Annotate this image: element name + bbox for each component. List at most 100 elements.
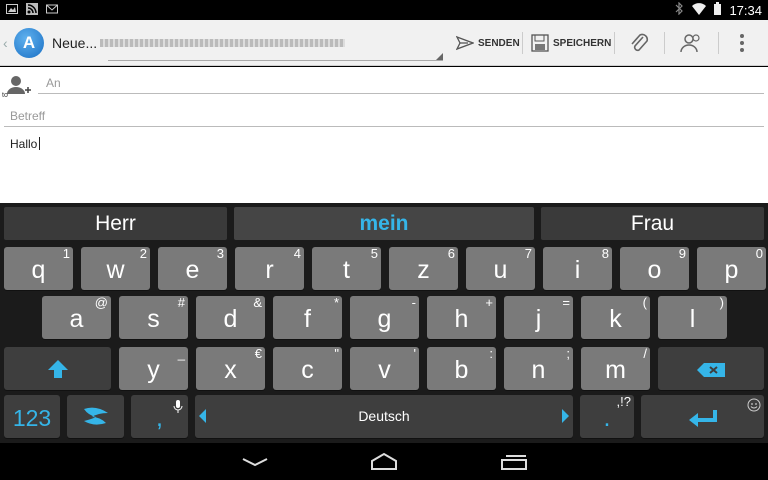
key-hint: = (562, 295, 570, 310)
status-time: 17:34 (729, 2, 762, 18)
shift-arrow-icon (47, 360, 68, 378)
suggestion-left[interactable]: Herr (4, 207, 227, 240)
key-hint: 3 (216, 246, 224, 261)
key-label: b (454, 356, 469, 384)
key-t[interactable]: t5 (312, 247, 381, 290)
action-separator (522, 32, 523, 54)
key-c[interactable]: c " (273, 347, 342, 390)
key-o[interactable]: o9 (620, 247, 689, 290)
backspace-icon (697, 363, 725, 377)
key-hint: / (643, 346, 647, 361)
shift-key[interactable] (4, 347, 111, 390)
suggestion-right[interactable]: Frau (541, 207, 764, 240)
key-l[interactable]: l) (658, 296, 727, 339)
enter-arrow-icon (688, 410, 717, 427)
key-label: f (304, 305, 311, 333)
overflow-menu-icon (740, 34, 744, 52)
key-q[interactable]: q1 (4, 247, 73, 290)
key-y[interactable]: y _ (119, 347, 188, 390)
key-g[interactable]: g- (350, 296, 419, 339)
key-r[interactable]: r4 (235, 247, 304, 290)
key-v[interactable]: v ' (350, 347, 419, 390)
key-w[interactable]: w2 (81, 247, 150, 290)
key-hint: & (253, 295, 262, 310)
emoji-icon (747, 398, 761, 412)
enter-key[interactable] (641, 395, 764, 438)
account-spinner-indicator[interactable] (436, 53, 443, 60)
key-d[interactable]: d & (196, 296, 265, 339)
overflow-menu-button[interactable] (738, 31, 746, 55)
key-hint: 4 (293, 246, 301, 261)
home-icon[interactable] (369, 451, 399, 471)
microphone-icon (173, 400, 183, 413)
to-field[interactable]: An (38, 72, 764, 94)
action-bar: ‹ A Neue... SENDEN SPEICHERN (0, 20, 768, 66)
key-x[interactable]: x € (196, 347, 265, 390)
key-label: t (343, 256, 350, 284)
text-cursor (39, 137, 41, 150)
key-n[interactable]: n; (504, 347, 573, 390)
status-bar: 17:34 (0, 0, 768, 20)
body-text: Hallo (10, 137, 38, 151)
keyboard: Herr mein Frau q1w2e3r4t5z6u7i8o9p0 a @ s #… (0, 203, 768, 443)
key-label: z (417, 256, 430, 284)
key-z[interactable]: z6 (389, 247, 458, 290)
key-label: n (531, 356, 546, 384)
space-key[interactable]: Deutsch (195, 395, 573, 438)
key-label: o (647, 256, 662, 284)
key-hint: " (334, 346, 339, 361)
action-separator (664, 32, 665, 54)
contacts-button[interactable] (680, 31, 702, 55)
contacts-icon (680, 34, 700, 53)
key-hint: ) (719, 295, 724, 310)
action-separator (614, 32, 615, 54)
add-recipient-icon[interactable] (4, 72, 32, 100)
key-hint: 9 (678, 246, 686, 261)
body-field[interactable]: Hallo (4, 135, 764, 195)
to-small-label: to (2, 92, 8, 99)
key-k[interactable]: k( (581, 296, 650, 339)
swiftkey-key[interactable] (67, 395, 124, 438)
key-label: i (574, 256, 581, 284)
key-label: p (724, 256, 739, 284)
key-j[interactable]: j = (504, 296, 573, 339)
key-b[interactable]: b: (427, 347, 496, 390)
attachment-button[interactable] (629, 31, 649, 55)
suggestion-center[interactable]: mein (234, 207, 534, 240)
key-e[interactable]: e3 (158, 247, 227, 290)
key-u[interactable]: u7 (466, 247, 535, 290)
period-key[interactable]: . ,!? (580, 395, 634, 438)
key-label: l (689, 305, 696, 333)
key-hint: 5 (370, 246, 378, 261)
battery-icon (714, 2, 722, 18)
up-caret-icon[interactable]: ‹ (3, 35, 8, 51)
subject-field[interactable]: Betreff (4, 105, 764, 127)
key-f[interactable]: f * (273, 296, 342, 339)
send-button[interactable]: SENDEN (456, 31, 520, 55)
draft-title[interactable]: Neue... (52, 35, 97, 51)
key-i[interactable]: i8 (543, 247, 612, 290)
key-label: y (147, 356, 160, 384)
save-label: SPEICHERN (553, 37, 612, 49)
account-spinner-underline (108, 60, 443, 61)
key-a[interactable]: a @ (42, 296, 111, 339)
key-m[interactable]: m / (581, 347, 650, 390)
key-s[interactable]: s # (119, 296, 188, 339)
save-button[interactable]: SPEICHERN (531, 31, 611, 55)
numbers-key[interactable]: 123 (4, 395, 60, 438)
key-label: e (185, 256, 200, 284)
backspace-key[interactable] (658, 347, 764, 390)
key-p[interactable]: p0 (697, 247, 766, 290)
key-hint: ; (566, 346, 570, 361)
app-logo-icon[interactable]: A (14, 28, 44, 58)
subject-placeholder: Betreff (10, 109, 46, 123)
recents-icon[interactable] (499, 451, 529, 471)
comma-key[interactable]: , (131, 395, 188, 438)
back-icon[interactable] (240, 451, 270, 471)
bluetooth-icon (675, 1, 684, 18)
space-language-label: Deutsch (358, 408, 410, 424)
key-hint: * (333, 295, 339, 310)
key-h[interactable]: h + (427, 296, 496, 339)
key-label: v (378, 356, 391, 384)
blurred-address (100, 39, 345, 47)
